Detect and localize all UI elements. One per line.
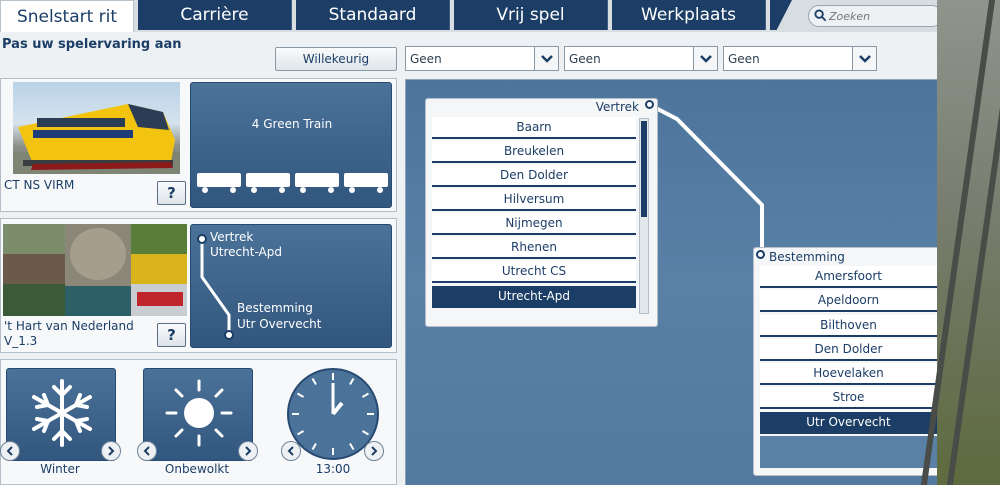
list-item[interactable]: Amersfoort [760,266,937,288]
train-name: CT NS VIRM [4,178,75,192]
destination-list-title: Bestemming [769,250,845,264]
chevron-down-icon[interactable] [534,47,558,70]
list-item-selected[interactable]: Utrecht-Apd [432,286,636,308]
scrollbar-thumb[interactable] [641,121,647,217]
season-label: Winter [40,462,80,476]
weather-label: Onbewolkt [164,462,230,476]
weather-prev-button[interactable] [137,441,157,461]
journey-destination-value: Utr Overvecht [237,317,322,331]
page-heading: Pas uw spelervaring aan [2,37,182,52]
time-prev-button[interactable] [281,441,301,461]
app-window: Snelstart rit Carrière Standaard Vrij sp… [0,0,937,485]
snowflake-icon [32,379,92,447]
chevron-left-icon [143,446,150,456]
search-box[interactable] [808,5,937,27]
departure-list-title: Vertrek [595,100,639,114]
filter-select-2[interactable]: Geen [564,46,718,71]
consist-name: 4 Green Train [251,117,333,131]
tab-vrij-spel[interactable]: Vrij spel [454,0,608,30]
list-item[interactable]: Baarn [432,117,636,139]
tab-bar: Snelstart rit Carrière Standaard Vrij sp… [0,0,937,32]
departure-connector-dot [645,100,654,109]
departure-scrollbar[interactable] [639,118,649,314]
route-thumbnail[interactable] [3,224,187,316]
filter-select-value: Geen [569,52,601,66]
weather-next-button[interactable] [238,441,258,461]
chevron-right-icon [245,446,252,456]
filter-select-value: Geen [410,52,442,66]
list-item[interactable]: Hilversum [432,189,636,211]
season-prev-button[interactable] [0,441,20,461]
tab-werkplaats[interactable]: Werkplaats [612,0,766,30]
season-next-button[interactable] [101,441,121,461]
list-item[interactable]: Utrecht CS [432,261,636,283]
train-help-button[interactable]: ? [157,181,186,205]
time-next-button[interactable] [364,441,384,461]
sun-icon [165,379,233,447]
list-item[interactable]: Breukelen [432,141,636,163]
tab-snelstart[interactable]: Snelstart rit [0,0,134,32]
filter-select-1[interactable]: Geen [405,46,559,71]
consist-panel[interactable]: 4 Green Train [190,82,392,208]
chevron-right-icon [108,446,115,456]
destination-list-empty [760,436,937,468]
search-input[interactable] [829,7,934,25]
consist-wagons-icon [197,173,388,193]
chevron-left-icon [6,446,13,456]
chevron-left-icon [287,446,294,456]
list-item[interactable]: Stroe [760,387,937,409]
season-panel[interactable] [6,368,116,461]
background-scene [920,0,1000,485]
route-help-button[interactable]: ? [157,323,186,347]
journey-panel[interactable]: Vertrek Utrecht-Apd Bestemming Utr Overv… [190,224,392,348]
route-name-line1: 't Hart van Nederland [4,319,134,333]
list-item[interactable]: Hoevelaken [760,363,937,385]
journey-departure-value: Utrecht-Apd [210,245,282,259]
chevron-right-icon [371,446,378,456]
list-item[interactable]: Nijmegen [432,213,636,235]
list-item[interactable]: Apeldoorn [760,290,937,312]
time-label: 13:00 [315,462,351,476]
route-name-line2: V_1.3 [4,334,38,348]
weather-panel[interactable] [143,368,253,461]
filter-select-value: Geen [728,52,760,66]
tab-standaard[interactable]: Standaard [296,0,450,30]
chevron-down-icon[interactable] [693,47,717,70]
chevron-down-icon[interactable] [852,47,876,70]
train-thumbnail[interactable] [13,82,180,174]
list-item[interactable]: Den Dolder [760,339,937,361]
list-item[interactable]: Den Dolder [432,165,636,187]
filter-select-3[interactable]: Geen [723,46,877,71]
random-button[interactable]: Willekeurig [275,47,397,71]
list-item-selected[interactable]: Utr Overvecht [760,412,937,434]
list-item[interactable]: Bilthoven [760,315,937,337]
journey-destination-label: Bestemming [237,301,313,315]
tab-bar-edge [770,0,792,30]
destination-connector-dot [756,250,765,259]
search-icon [814,9,827,22]
tab-carriere[interactable]: Carrière [138,0,292,30]
list-item[interactable]: Rhenen [432,237,636,259]
journey-departure-label: Vertrek [210,230,254,244]
